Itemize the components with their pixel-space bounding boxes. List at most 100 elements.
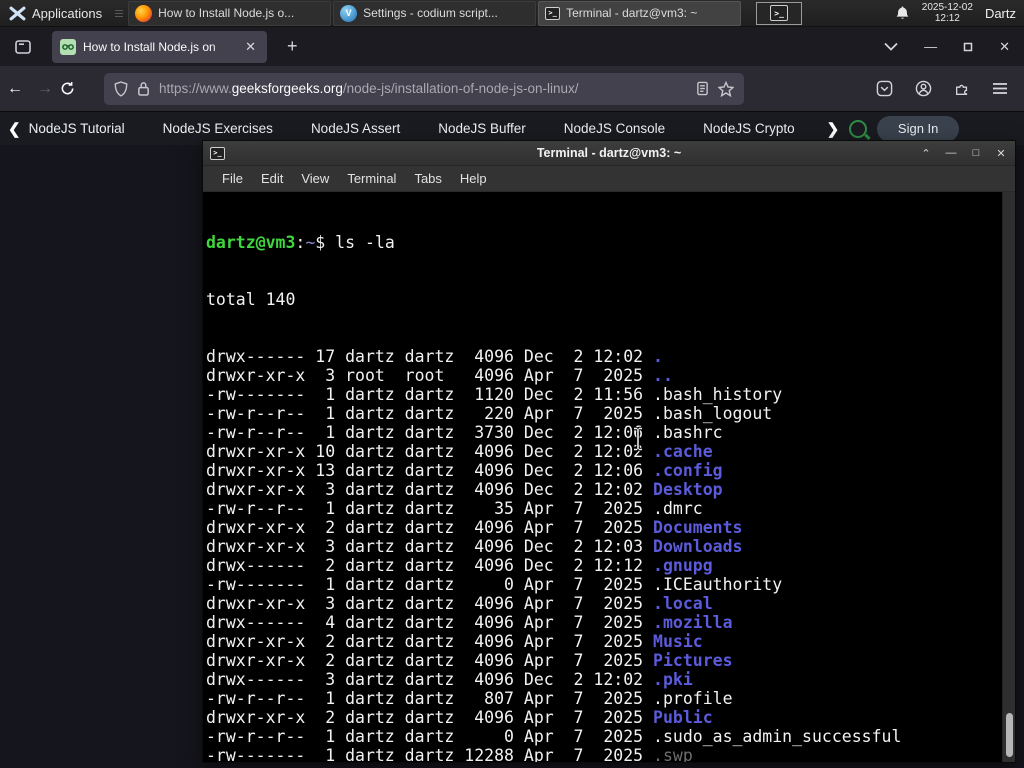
site-nav-link[interactable]: NodeJS Crypto [703, 121, 795, 136]
window-close-button[interactable]: ✕ [999, 39, 1010, 55]
file-name: .ICEauthority [653, 575, 783, 594]
file-name: .dmrc [653, 499, 703, 518]
xfce-logo-icon [9, 5, 26, 22]
terminal-title-bar[interactable]: >_ Terminal - dartz@vm3: ~ ⌃ — □ ✕ [203, 141, 1015, 166]
workspace-switcher[interactable]: >_ [756, 1, 803, 25]
terminal-icon: >_ [545, 6, 561, 20]
terminal-prompt-line: dartz@vm3:~$ ls -la [206, 233, 1002, 252]
site-nav-link[interactable]: NodeJS Console [564, 121, 665, 136]
terminal-window-title: Terminal - dartz@vm3: ~ [536, 146, 682, 160]
terminal-minimize-button[interactable]: — [944, 147, 958, 160]
browser-tab-bar: How to Install Node.js on ✕ + — ✕ [0, 27, 1024, 66]
file-name: .mozilla [653, 613, 733, 632]
nav-scroll-right-icon[interactable]: ❯ [819, 120, 848, 138]
file-name: Pictures [653, 651, 733, 670]
forward-icon[interactable]: → [30, 80, 60, 98]
menu-file[interactable]: File [213, 171, 252, 186]
vscodium-icon: V [340, 4, 358, 22]
terminal-output: dartz@vm3:~$ ls -la total 140 drwx------… [203, 192, 1002, 762]
site-nav-link[interactable]: NodeJS Exercises [163, 121, 273, 136]
file-name: Public [653, 708, 713, 727]
terminal-ls-row: drwx------ 3 dartz dartz 4096 Dec 2 12:0… [206, 670, 693, 689]
shield-icon[interactable] [114, 80, 128, 97]
applications-menu-button[interactable]: Applications [0, 0, 111, 27]
browser-toolbar: ← → https://www.geeksforgeeks.org/node-j… [0, 66, 1024, 112]
file-name: .bashrc [653, 423, 723, 442]
taskbar-item-firefox[interactable]: How to Install Node.js o... [128, 0, 332, 26]
taskbar-item-terminal[interactable]: >_ Terminal - dartz@vm3: ~ [538, 0, 742, 26]
menu-help[interactable]: Help [451, 171, 496, 186]
terminal-maximize-button[interactable]: □ [969, 147, 983, 160]
terminal-shade-button[interactable]: ⌃ [919, 147, 933, 160]
terminal-total-line: total 140 [206, 290, 296, 309]
reader-mode-icon[interactable] [696, 81, 709, 96]
hamburger-menu-icon[interactable] [992, 82, 1008, 95]
menu-terminal[interactable]: Terminal [338, 171, 405, 186]
terminal-menu-bar: File Edit View Terminal Tabs Help [203, 166, 1015, 192]
prompt-user-host: dartz@vm3 [206, 233, 296, 252]
site-nav-link[interactable]: NodeJS Tutorial [29, 121, 125, 136]
file-name: .bash_logout [653, 404, 773, 423]
file-name: .local [653, 594, 713, 613]
scrollbar-thumb[interactable] [1006, 713, 1013, 757]
file-name: .bash_history [653, 385, 783, 404]
lock-icon[interactable] [137, 81, 150, 96]
file-name: .profile [653, 689, 733, 708]
window-maximize-button[interactable] [963, 42, 973, 52]
search-icon[interactable] [849, 119, 868, 138]
pocket-save-icon[interactable] [876, 80, 893, 97]
menu-tabs[interactable]: Tabs [405, 171, 450, 186]
terminal-ls-row: -rw------- 1 dartz dartz 0 Apr 7 2025 .I… [206, 575, 783, 594]
bookmark-star-icon[interactable] [718, 80, 734, 97]
taskbar-item-title: Terminal - dartz@vm3: ~ [566, 6, 698, 20]
file-name: Desktop [653, 480, 723, 499]
notification-bell-icon[interactable] [895, 5, 910, 21]
url-bar[interactable]: https://www.geeksforgeeks.org/node-js/in… [104, 72, 744, 105]
site-nav-link[interactable]: NodeJS Assert [311, 121, 400, 136]
back-icon[interactable]: ← [0, 80, 30, 98]
panel-clock[interactable]: 2025-12-02 12:12 [922, 2, 973, 24]
file-name: .pki [653, 670, 693, 689]
terminal-ls-row: -rw------- 1 dartz dartz 12288 Apr 7 202… [206, 746, 1002, 762]
sign-in-button[interactable]: Sign In [877, 115, 960, 142]
new-tab-button[interactable]: + [281, 36, 304, 57]
extensions-icon[interactable] [954, 81, 970, 97]
nav-scroll-left-icon[interactable]: ❮ [0, 120, 29, 138]
terminal-ls-row: drwxr-xr-x 2 dartz dartz 4096 Apr 7 2025… [206, 518, 743, 537]
file-name: .config [653, 461, 723, 480]
file-name: Documents [653, 518, 743, 537]
tab-title: How to Install Node.js on [83, 39, 236, 54]
panel-username[interactable]: Dartz [985, 6, 1016, 21]
site-nav-links: NodeJS Tutorial NodeJS Exercises NodeJS As… [29, 121, 819, 136]
file-name: .swp [653, 746, 693, 762]
terminal-ls-row: drwxr-xr-x 13 dartz dartz 4096 Dec 2 12:… [206, 461, 723, 480]
site-nav-link[interactable]: NodeJS Buffer [438, 121, 526, 136]
applications-label: Applications [32, 5, 103, 21]
terminal-body[interactable]: dartz@vm3:~$ ls -la total 140 drwx------… [203, 192, 1015, 762]
reload-icon[interactable] [60, 81, 90, 96]
terminal-ls-row: -rw-r--r-- 1 dartz dartz 3730 Dec 2 12:0… [206, 423, 723, 442]
terminal-scrollbar[interactable] [1002, 192, 1015, 762]
terminal-ls-row: -rw-r--r-- 1 dartz dartz 0 Apr 7 2025 .s… [206, 727, 902, 746]
terminal-ls-row: -rw------- 1 dartz dartz 1120 Dec 2 11:5… [206, 385, 783, 404]
prompt-path: ~ [305, 233, 316, 252]
file-name: . [653, 347, 663, 366]
prompt-dollar: $ [315, 233, 336, 252]
terminal-close-button[interactable]: ✕ [994, 147, 1008, 160]
panel-separator [115, 9, 124, 17]
terminal-ls-row: drwxr-xr-x 2 dartz dartz 4096 Apr 7 2025… [206, 708, 713, 727]
list-all-tabs-icon[interactable] [884, 42, 898, 51]
firefox-view-icon[interactable] [10, 34, 36, 60]
tab-close-icon[interactable]: ✕ [242, 38, 259, 56]
terminal-ls-row: drwxr-xr-x 3 dartz dartz 4096 Apr 7 2025… [206, 594, 713, 613]
terminal-ls-row: drwxr-xr-x 2 dartz dartz 4096 Apr 7 2025… [206, 632, 703, 651]
taskbar-item-codium[interactable]: V Settings - codium script... [333, 0, 537, 26]
terminal-ls-row: drwx------ 17 dartz dartz 4096 Dec 2 12:… [206, 347, 663, 366]
menu-view[interactable]: View [292, 171, 338, 186]
menu-edit[interactable]: Edit [252, 171, 292, 186]
url-protocol: https://www. [159, 81, 232, 96]
window-minimize-button[interactable]: — [924, 39, 937, 54]
browser-tab-active[interactable]: How to Install Node.js on ✕ [52, 30, 267, 63]
account-icon[interactable] [915, 80, 932, 97]
terminal-ls-row: drwx------ 2 dartz dartz 4096 Dec 2 12:1… [206, 556, 713, 575]
